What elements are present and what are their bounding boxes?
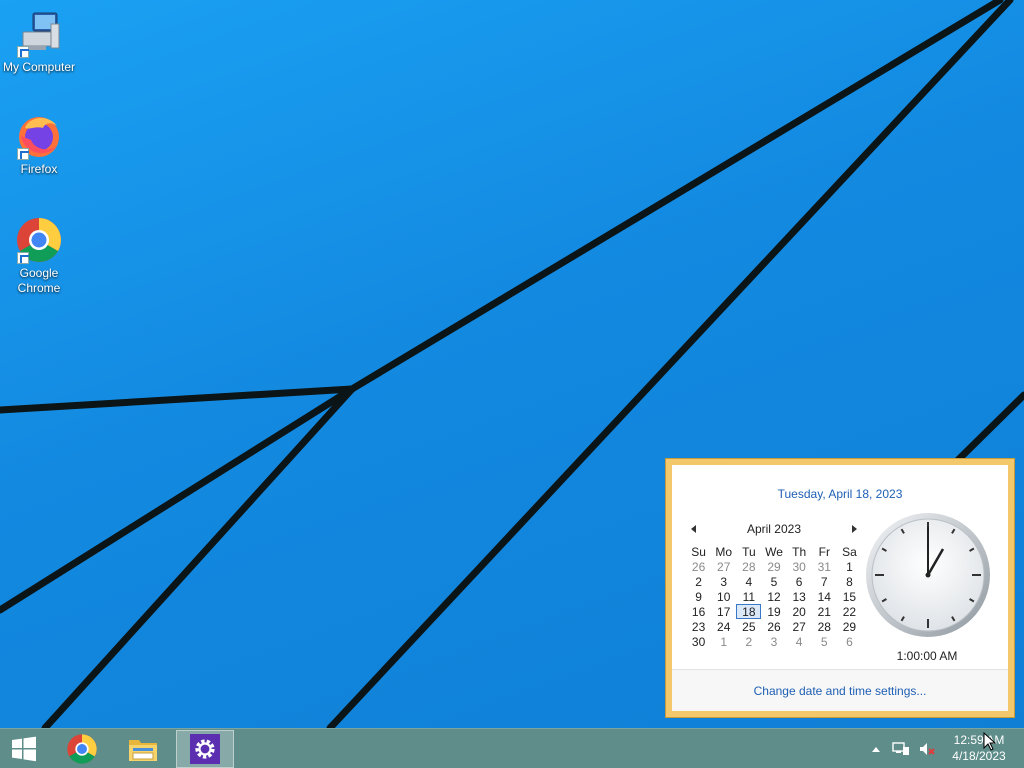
calendar-day[interactable]: 24 xyxy=(711,619,736,634)
calendar-day[interactable]: 29 xyxy=(761,559,786,574)
calendar-day[interactable]: 1 xyxy=(837,559,862,574)
volume-muted-icon[interactable] xyxy=(918,741,936,757)
calendar-day[interactable]: 21 xyxy=(812,604,837,619)
calendar-day[interactable]: 26 xyxy=(686,559,711,574)
calendar-day[interactable]: 27 xyxy=(787,619,812,634)
calendar-day[interactable]: 5 xyxy=(812,634,837,649)
start-button[interactable] xyxy=(0,730,48,768)
mouse-pointer-icon xyxy=(983,732,997,751)
calendar-day[interactable]: 16 xyxy=(686,604,711,619)
desktop-icon-label: Google Chrome xyxy=(17,266,61,295)
calendar-day[interactable]: 26 xyxy=(761,619,786,634)
desktop-icon-my-computer[interactable]: My Computer xyxy=(0,10,78,75)
calendar-day[interactable]: 29 xyxy=(837,619,862,634)
calendar-day[interactable]: 13 xyxy=(787,589,812,604)
desktop-icon-label: Firefox xyxy=(20,162,58,176)
desktop-icon-google-chrome[interactable]: Google Chrome xyxy=(0,216,78,296)
change-date-time-settings-link[interactable]: Change date and time settings... xyxy=(672,669,1008,711)
weekday-header: Mo xyxy=(715,544,733,559)
weekday-header: Su xyxy=(691,544,706,559)
long-date-link[interactable]: Tuesday, April 18, 2023 xyxy=(672,487,1008,501)
weekday-header: Th xyxy=(792,544,807,559)
calendar-day[interactable]: 2 xyxy=(736,634,761,649)
calendar-body: 26 27 28 29 30 31 1 2 3 4 5 6 7 8 9 10 11 12 13 14 15 16 17 18 1… xyxy=(686,559,862,649)
calendar-day[interactable]: 19 xyxy=(761,604,786,619)
calendar-day[interactable]: 4 xyxy=(787,634,812,649)
calendar-day[interactable]: 2 xyxy=(686,574,711,589)
calendar-week-row: 9 10 11 12 13 14 15 xyxy=(686,589,862,604)
calendar-day[interactable]: 7 xyxy=(812,574,837,589)
calendar-day[interactable]: 17 xyxy=(711,604,736,619)
shortcut-arrow-icon xyxy=(17,252,29,264)
calendar-day[interactable]: 27 xyxy=(711,559,736,574)
calendar-day[interactable]: 10 xyxy=(711,589,736,604)
taskbar-clock[interactable]: 12:59 AM 4/18/2023 xyxy=(948,732,1010,766)
calendar-week-row: 23 24 25 26 27 28 29 xyxy=(686,619,862,634)
calendar-day[interactable]: 15 xyxy=(837,589,862,604)
taskbar-date: 4/18/2023 xyxy=(952,749,1006,763)
clock-time-label: 1:00:00 AM xyxy=(896,649,958,663)
show-hidden-icons-icon[interactable] xyxy=(872,746,880,752)
calendar-day[interactable]: 18 xyxy=(736,604,762,619)
weekday-header-row: Su Mo Tu We Th Fr Sa xyxy=(686,544,862,559)
month-label[interactable]: April 2023 xyxy=(690,522,858,536)
calendar-day[interactable]: 28 xyxy=(812,619,837,634)
calendar-day[interactable]: 4 xyxy=(736,574,761,589)
shortcut-arrow-icon xyxy=(17,148,29,160)
settings-icon xyxy=(190,734,220,764)
file-explorer-icon xyxy=(129,740,157,761)
calendar-day[interactable]: 5 xyxy=(761,574,786,589)
calendar-day[interactable]: 9 xyxy=(686,589,711,604)
computer-icon xyxy=(15,10,63,58)
calendar-day[interactable]: 30 xyxy=(787,559,812,574)
calendar-day[interactable]: 14 xyxy=(812,589,837,604)
firefox-icon xyxy=(15,112,63,160)
desktop: My Computer Firefox Google Chrome Tuesda… xyxy=(0,0,1024,728)
calendar-day[interactable]: 6 xyxy=(787,574,812,589)
calendar-day[interactable]: 22 xyxy=(837,604,862,619)
chrome-icon xyxy=(15,216,63,264)
desktop-icon-firefox[interactable]: Firefox xyxy=(0,112,78,177)
calendar-day[interactable]: 23 xyxy=(686,619,711,634)
network-icon[interactable] xyxy=(892,741,910,757)
taskbar-file-explorer-button[interactable] xyxy=(115,730,171,768)
weekday-header: Fr xyxy=(818,544,830,559)
shortcut-arrow-icon xyxy=(17,46,29,58)
calendar-day[interactable]: 28 xyxy=(736,559,761,574)
calendar-day[interactable]: 30 xyxy=(686,634,711,649)
clock-calendar-flyout: Tuesday, April 18, 2023 April 2023 Su Mo T… xyxy=(665,458,1015,718)
calendar-week-row: 2345678 xyxy=(686,574,862,589)
calendar-day[interactable]: 8 xyxy=(837,574,862,589)
next-month-arrow-icon[interactable] xyxy=(852,525,857,533)
desktop-icon-label: My Computer xyxy=(2,60,76,74)
calendar-week-row: 26 27 28 29 30 31 1 xyxy=(686,559,862,574)
calendar-day[interactable]: 12 xyxy=(761,589,786,604)
taskbar-time: 12:59 AM xyxy=(953,733,1005,747)
windows-logo-icon xyxy=(12,736,36,762)
calendar-week-row: 16 17 18 19 20 21 22 xyxy=(686,604,862,619)
calendar-week-row: 30 1 2 3 4 5 6 xyxy=(686,634,862,649)
chrome-icon xyxy=(67,734,97,764)
calendar-day[interactable]: 1 xyxy=(711,634,736,649)
flyout-panel: Tuesday, April 18, 2023 April 2023 Su Mo T… xyxy=(672,465,1008,711)
taskbar-chrome-button[interactable] xyxy=(54,730,110,768)
month-navigation: April 2023 xyxy=(690,522,858,536)
calendar-day[interactable]: 3 xyxy=(761,634,786,649)
calendar-day[interactable]: 25 xyxy=(736,619,761,634)
taskbar: 12:59 AM 4/18/2023 xyxy=(0,728,1024,768)
taskbar-settings-button[interactable] xyxy=(176,730,234,768)
calendar-day[interactable]: 3 xyxy=(711,574,736,589)
calendar-day[interactable]: 11 xyxy=(736,589,761,604)
weekday-header: Tu xyxy=(742,544,756,559)
calendar-grid: Su Mo Tu We Th Fr Sa 26 27 28 29 30 31 1 2 3 4 5 6 7 8 9 10 11… xyxy=(686,544,862,649)
calendar-day[interactable]: 20 xyxy=(787,604,812,619)
analog-clock xyxy=(866,513,990,637)
calendar-day[interactable]: 31 xyxy=(812,559,837,574)
weekday-header: We xyxy=(765,544,783,559)
weekday-header: Sa xyxy=(842,544,857,559)
calendar-day[interactable]: 6 xyxy=(837,634,862,649)
system-tray xyxy=(872,729,936,768)
